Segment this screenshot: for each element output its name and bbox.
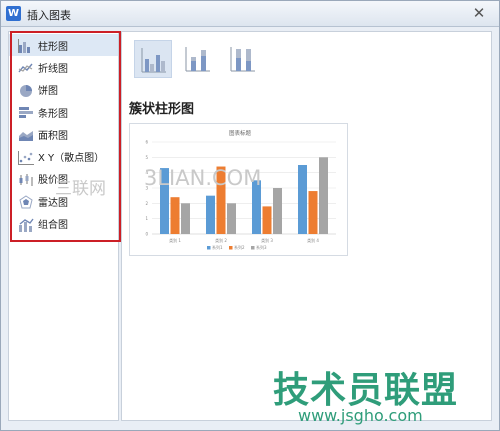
sidebar-item-label: 条形图 [38, 108, 68, 120]
y-tick-label: 5 [145, 155, 148, 160]
y-tick-label: 4 [145, 170, 148, 175]
y-tick-label: 6 [145, 140, 148, 145]
chart-preview-panel: 簇状柱形图 图表标题 0 1 2 3 4 5 6 类别 1 类别 2 类别 3 类别 4 系列1 系列2… [121, 31, 492, 421]
chart-preview[interactable]: 图表标题 0 1 2 3 4 5 6 类别 1 类别 2 类别 3 类别 4 系列1 系列2 系列3 [129, 123, 348, 256]
bar-chart-icon [18, 105, 34, 119]
sidebar-item-combo-chart[interactable]: 组合图 [9, 212, 118, 234]
x-tick-label: 类别 4 [307, 237, 319, 243]
preview-heading: 簇状柱形图 [129, 102, 195, 117]
insert-chart-dialog: W 插入图表 ✕ 柱形图折线图饼图条形图面积图 X Y（散点图） 股价图雷达图组合图 [0, 0, 500, 431]
y-tick-label: 0 [145, 232, 148, 237]
area-chart-icon [18, 127, 34, 142]
wps-app-icon: W [6, 6, 21, 21]
sidebar-item-scatter-chart[interactable]: X Y（散点图） [9, 145, 118, 167]
legend-label: 系列3 [256, 244, 267, 250]
bar-2-2 [216, 166, 226, 234]
title-bar: W 插入图表 ✕ [1, 1, 499, 27]
sidebar-item-label: 雷达图 [38, 197, 68, 209]
legend-swatch [229, 246, 233, 250]
sidebar-item-pie-chart[interactable]: 饼图 [9, 79, 118, 101]
sidebar-item-label: 柱形图 [38, 41, 68, 53]
y-tick-label: 3 [145, 186, 148, 191]
close-button[interactable]: ✕ [469, 4, 489, 22]
bar-3-2 [227, 203, 236, 234]
sidebar-item-label: 面积图 [38, 130, 68, 142]
subtype-percent-stacked-column[interactable] [224, 40, 262, 78]
legend-swatch [251, 246, 255, 250]
chart-title: 图表标题 [229, 129, 252, 137]
pie-chart-icon [18, 83, 34, 97]
bar-2-1 [170, 197, 180, 234]
radar-chart-icon [18, 194, 34, 209]
preview-chart: 图表标题 0 1 2 3 4 5 6 类别 1 类别 2 类别 3 类别 4 系列1 系列2 系列3 [145, 129, 336, 250]
bar-2-4 [308, 191, 318, 234]
sidebar-item-label: 组合图 [38, 220, 68, 232]
bar-3-1 [181, 203, 190, 234]
bar-1-4 [298, 165, 307, 234]
chart-type-list: 柱形图折线图饼图条形图面积图 X Y（散点图） 股价图雷达图组合图 [9, 34, 118, 235]
bar-3-3 [273, 188, 282, 234]
sidebar-item-column-chart[interactable]: 柱形图 [9, 34, 118, 57]
y-tick-label: 2 [145, 201, 148, 206]
bar-1-2 [206, 195, 215, 234]
x-tick-label: 类别 3 [261, 237, 273, 243]
combo-chart-icon [18, 217, 34, 232]
sidebar-item-label: 饼图 [38, 86, 58, 98]
y-tick-label: 1 [145, 216, 148, 221]
scatter-chart-icon [18, 150, 34, 165]
bar-1-3 [252, 180, 261, 234]
line-chart-icon [18, 60, 34, 74]
sidebar-item-bar-chart[interactable]: 条形图 [9, 101, 118, 123]
chart-type-sidebar: 柱形图折线图饼图条形图面积图 X Y（散点图） 股价图雷达图组合图 [8, 31, 119, 421]
dialog-title: 插入图表 [27, 9, 71, 22]
sidebar-item-stock-chart[interactable]: 股价图 [9, 168, 118, 190]
bar-2-3 [262, 206, 272, 234]
legend-swatch [207, 246, 211, 250]
sidebar-item-label: 折线图 [38, 63, 68, 75]
sidebar-item-label: X Y（散点图） [38, 153, 105, 165]
x-tick-label: 类别 1 [169, 237, 181, 243]
sidebar-item-label: 股价图 [38, 175, 68, 187]
sidebar-item-line-chart[interactable]: 折线图 [9, 56, 118, 78]
sidebar-item-radar-chart[interactable]: 雷达图 [9, 190, 118, 212]
subtype-clustered-column[interactable] [134, 40, 172, 78]
bar-3-4 [319, 157, 328, 234]
column-chart-icon [18, 38, 34, 54]
legend-label: 系列1 [212, 244, 223, 250]
x-tick-label: 类别 2 [215, 237, 227, 243]
legend-label: 系列2 [234, 244, 245, 250]
stock-chart-icon [18, 172, 34, 186]
stacked-column-icon [185, 47, 210, 72]
clustered-column-icon [141, 48, 166, 73]
percent-stacked-column-icon [230, 47, 255, 72]
sidebar-item-area-chart[interactable]: 面积图 [9, 123, 118, 145]
bar-1-1 [160, 168, 169, 234]
subtype-stacked-column[interactable] [179, 40, 217, 78]
